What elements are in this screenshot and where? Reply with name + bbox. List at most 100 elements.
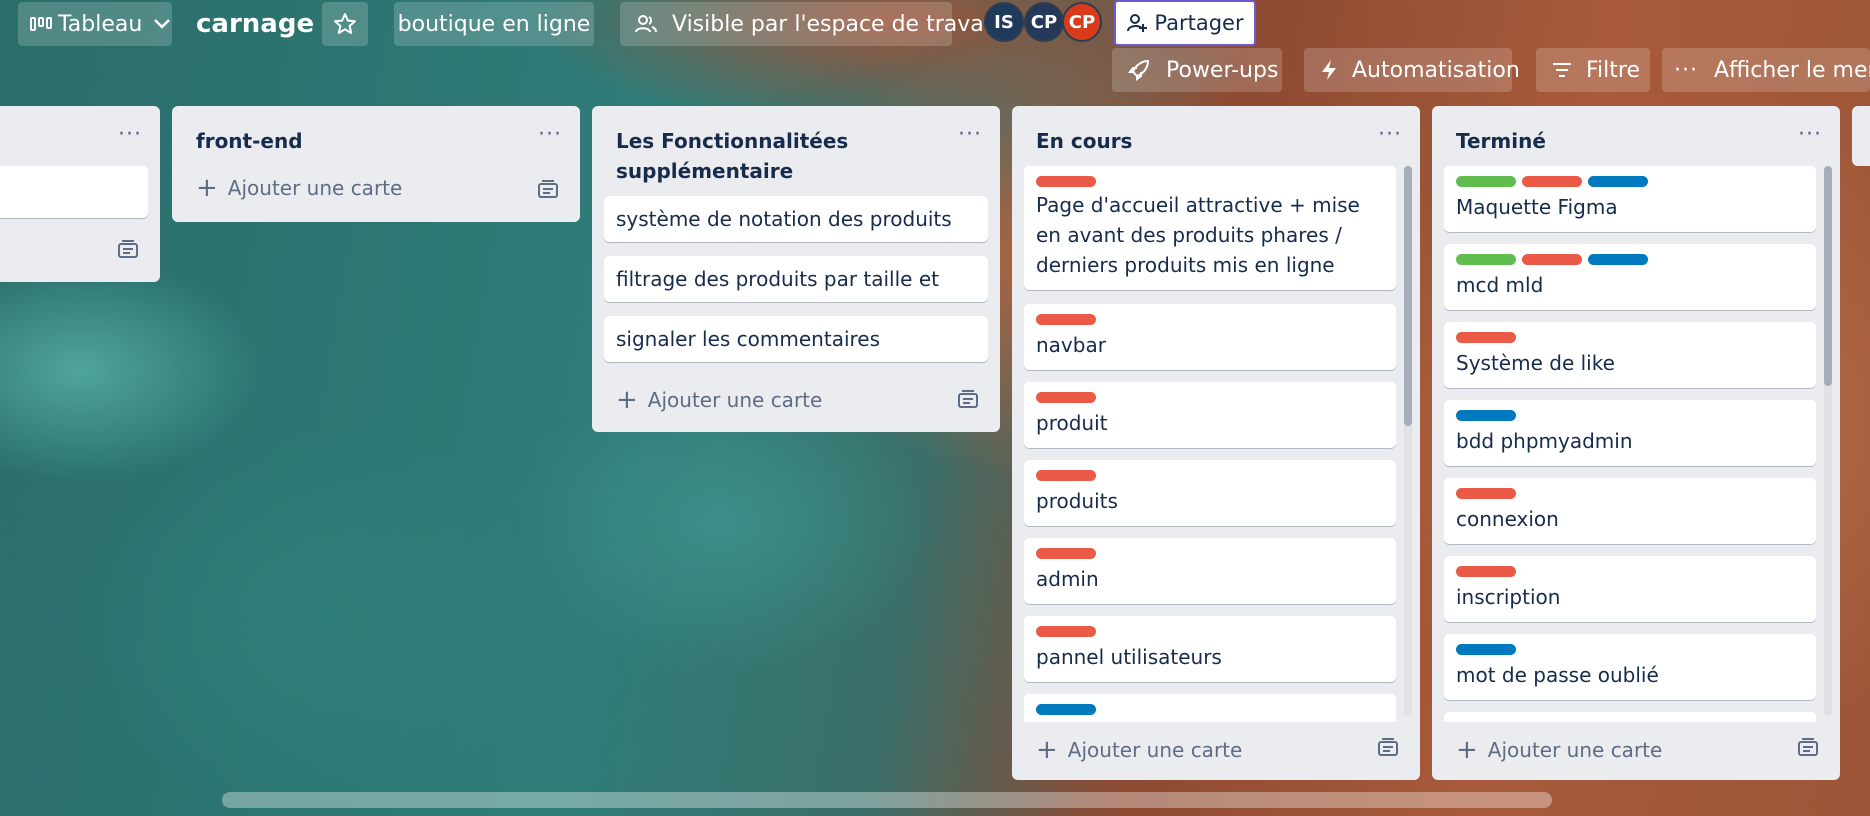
card[interactable]: connexion xyxy=(1444,478,1816,544)
label-blue[interactable] xyxy=(1588,176,1648,187)
view-switcher-button[interactable]: Tableau xyxy=(18,2,172,46)
card-labels xyxy=(1036,470,1384,482)
label-blue[interactable] xyxy=(1456,644,1516,655)
card[interactable]: Page d'accueil attractive + mise en avan… xyxy=(1024,166,1396,290)
label-green[interactable] xyxy=(1456,254,1516,265)
filter-icon xyxy=(1553,63,1571,77)
card-title: système de notation des produits xyxy=(616,207,952,231)
card-template-icon[interactable] xyxy=(958,390,978,408)
board-title[interactable]: carnage xyxy=(196,4,314,44)
card[interactable]: Système de like xyxy=(1444,322,1816,388)
more-icon: ··· xyxy=(1674,57,1698,83)
view-switcher-label: Tableau xyxy=(58,11,143,37)
label-red[interactable] xyxy=(1456,566,1516,577)
card[interactable]: admin xyxy=(1024,538,1396,604)
card-title: produits xyxy=(1036,489,1118,513)
scrollbar-thumb[interactable] xyxy=(1404,166,1412,426)
card[interactable]: Maquette Figma xyxy=(1444,166,1816,232)
chevron-down-icon xyxy=(154,19,171,29)
list-en-cours: En cours ··· Page d'accueil attractive +… xyxy=(1012,106,1420,780)
card[interactable] xyxy=(0,166,148,218)
card-template-icon[interactable] xyxy=(538,180,558,198)
filter-label: Filtre xyxy=(1586,57,1641,83)
label-blue[interactable] xyxy=(1456,410,1516,421)
card[interactable]: produit xyxy=(1024,382,1396,448)
add-card-button[interactable]: + Ajouter une carte xyxy=(1036,737,1242,763)
automation-button[interactable]: Automatisation xyxy=(1304,48,1520,92)
card-list: Maquette Figma mcd mld Système de like b… xyxy=(1432,166,1840,722)
filter-button[interactable]: Filtre xyxy=(1536,48,1650,92)
card-title: connexion xyxy=(1456,507,1559,531)
board-horizontal-scrollbar[interactable] xyxy=(222,792,1552,808)
list-title[interactable]: En cours xyxy=(1036,126,1132,156)
lightning-icon xyxy=(1322,60,1336,80)
card-title: bdd phpmyadmin xyxy=(1456,429,1633,453)
card[interactable]: mot de passe oublié xyxy=(1444,634,1816,700)
card-title: navbar xyxy=(1036,333,1106,357)
label-blue[interactable] xyxy=(1588,254,1648,265)
card-template-icon[interactable] xyxy=(1378,738,1398,756)
label-red[interactable] xyxy=(1522,254,1582,265)
list-title[interactable]: front-end xyxy=(196,126,303,156)
card[interactable]: signaler les commentaires xyxy=(604,316,988,362)
workspace-button[interactable]: boutique en ligne xyxy=(394,2,594,46)
list-menu-button[interactable]: ··· xyxy=(1378,122,1402,147)
card-labels xyxy=(1036,548,1384,560)
card[interactable] xyxy=(1444,712,1816,722)
card-labels xyxy=(1036,392,1384,404)
card-template-icon[interactable] xyxy=(1798,738,1818,756)
list-title[interactable]: Terminé xyxy=(1456,126,1546,156)
card[interactable]: navbar xyxy=(1024,304,1396,370)
label-red[interactable] xyxy=(1036,470,1096,481)
add-card-label: Ajouter une carte xyxy=(1487,738,1663,762)
label-blue[interactable] xyxy=(1036,704,1096,715)
powerups-button[interactable]: Power-ups xyxy=(1112,48,1282,92)
rocket-icon xyxy=(1128,59,1150,81)
card[interactable]: produits xyxy=(1024,460,1396,526)
card-labels xyxy=(1036,314,1384,326)
add-card-button[interactable]: + Ajouter une carte xyxy=(196,173,402,203)
card-template-icon[interactable] xyxy=(118,240,138,258)
powerups-label: Power-ups xyxy=(1166,57,1279,83)
star-button[interactable] xyxy=(322,2,368,46)
add-card-button[interactable]: + Ajouter une carte xyxy=(616,387,822,413)
card[interactable]: bdd phpmyadmin xyxy=(1444,400,1816,466)
list-menu-button[interactable]: ··· xyxy=(1798,122,1822,147)
label-red[interactable] xyxy=(1036,314,1096,325)
card[interactable] xyxy=(1024,694,1396,722)
card[interactable]: système de notation des produits xyxy=(604,196,988,242)
visibility-button[interactable]: Visible par l'espace de travail xyxy=(620,2,996,46)
scrollbar-thumb[interactable] xyxy=(1824,166,1832,386)
member-avatar[interactable]: IS xyxy=(984,2,1024,42)
list-menu-button[interactable]: ··· xyxy=(958,122,982,147)
label-red[interactable] xyxy=(1456,332,1516,343)
list-fonctionnalites: Les Fonctionnalitées supplémentaire ··· … xyxy=(592,106,1000,432)
card[interactable]: filtrage des produits par taille et prix xyxy=(604,256,988,337)
show-menu-button[interactable]: ··· Afficher le menu xyxy=(1662,48,1870,92)
card[interactable]: mcd mld xyxy=(1444,244,1816,310)
plus-icon: + xyxy=(196,173,218,203)
label-red[interactable] xyxy=(1036,548,1096,559)
share-button[interactable]: Partager xyxy=(1114,0,1256,46)
list-partial xyxy=(1852,106,1870,166)
member-avatar[interactable]: CP xyxy=(1024,2,1064,42)
list-menu-button[interactable]: ··· xyxy=(118,122,142,147)
list-scrollbar[interactable] xyxy=(1824,166,1832,716)
label-red[interactable] xyxy=(1036,392,1096,403)
label-red[interactable] xyxy=(1522,176,1582,187)
add-card-button[interactable]: + Ajouter une carte xyxy=(1456,737,1663,763)
label-green[interactable] xyxy=(1456,176,1516,187)
add-member-icon xyxy=(1127,14,1148,32)
card-labels xyxy=(1456,410,1804,422)
list-menu-button[interactable]: ··· xyxy=(538,122,562,147)
label-red[interactable] xyxy=(1456,488,1516,499)
label-red[interactable] xyxy=(1036,626,1096,637)
card[interactable]: pannel utilisateurs xyxy=(1024,616,1396,682)
label-red[interactable] xyxy=(1036,176,1096,187)
list-title[interactable]: Les Fonctionnalitées supplémentaire xyxy=(616,126,916,186)
card[interactable]: inscription xyxy=(1444,556,1816,622)
member-avatar[interactable]: CP xyxy=(1062,2,1102,42)
card-title: Page d'accueil attractive + mise en avan… xyxy=(1036,193,1360,277)
list-scrollbar[interactable] xyxy=(1404,166,1412,716)
card-labels xyxy=(1456,566,1804,578)
